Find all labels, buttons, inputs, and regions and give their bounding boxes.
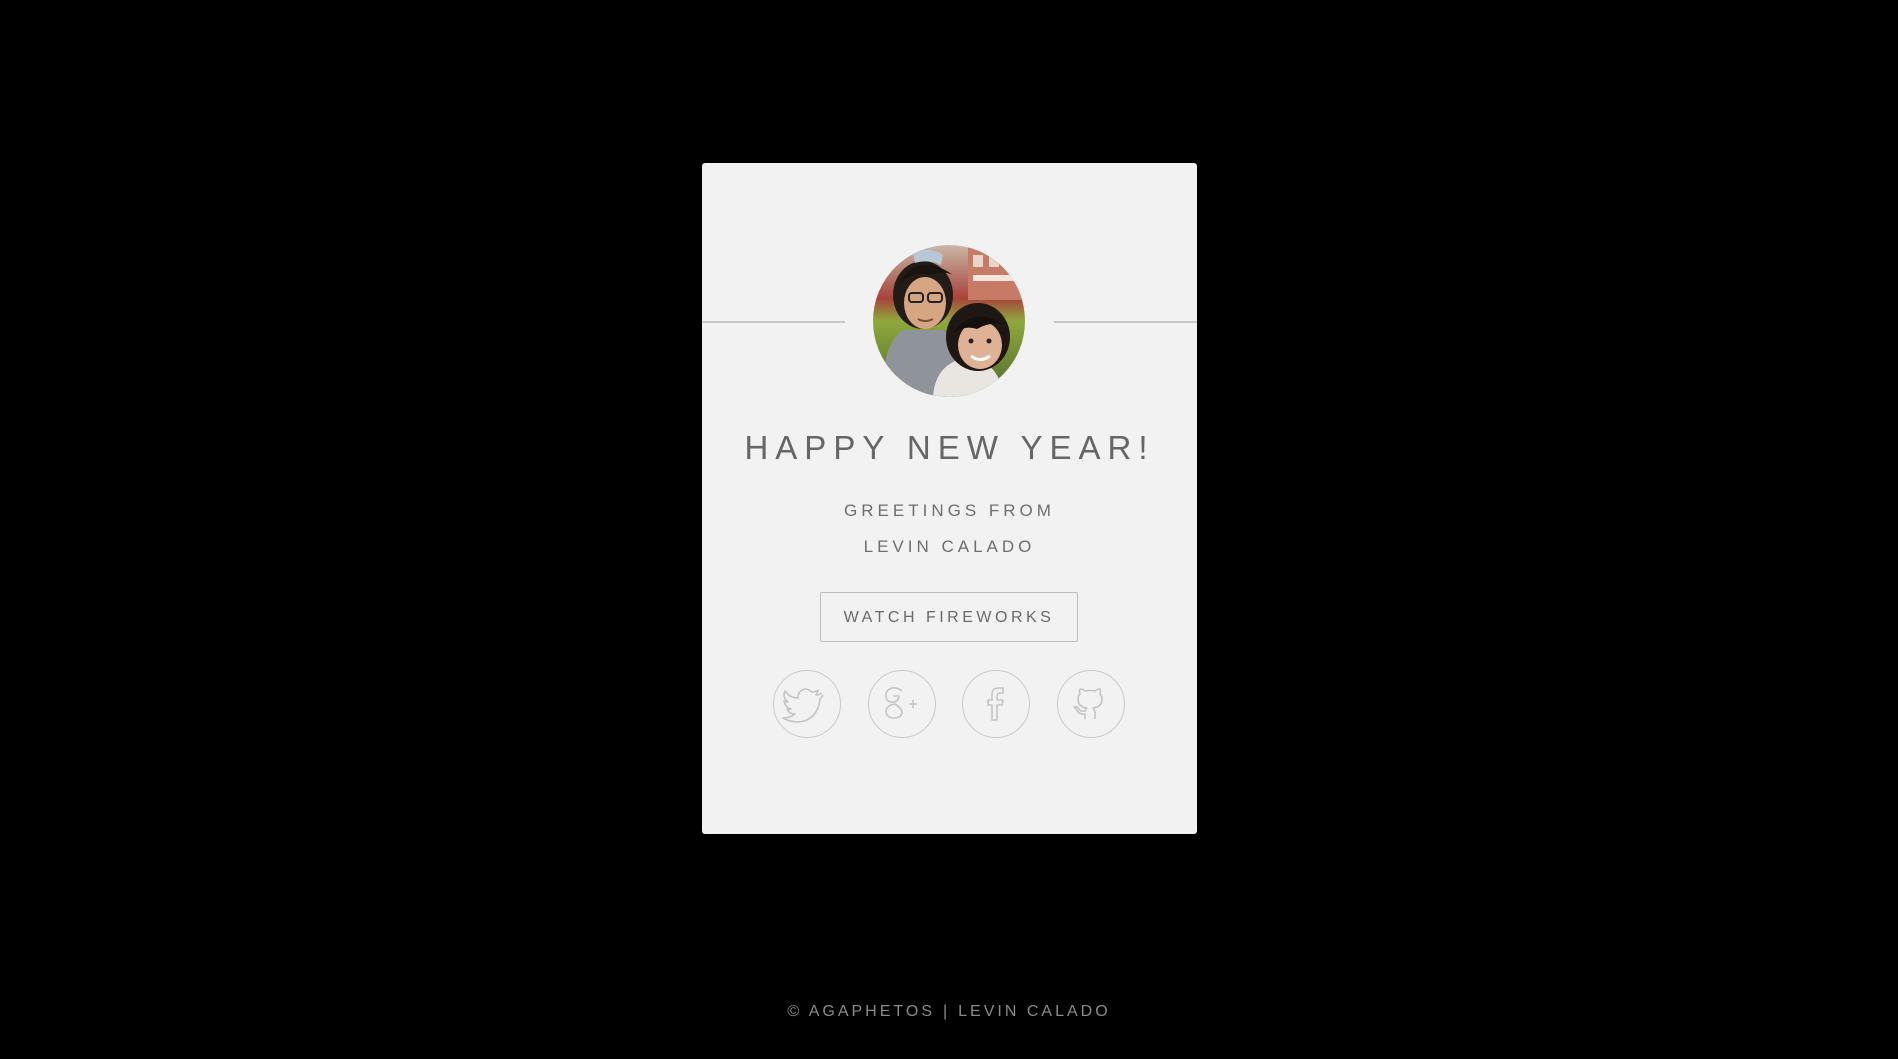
twitter-icon: [782, 688, 824, 723]
footer: © AGAPHETOS | LEVIN CALADO: [0, 1003, 1898, 1021]
facebook-icon: [987, 687, 1004, 721]
card-title: HAPPY NEW YEAR!: [744, 429, 1155, 466]
footer-separator: |: [943, 1003, 951, 1020]
greeting-line-2: LEVIN CALADO: [863, 537, 1036, 556]
google-plus-icon: [885, 687, 917, 719]
divider-left: [702, 321, 845, 323]
divider-right: [1054, 321, 1197, 323]
facebook-link[interactable]: [962, 670, 1030, 738]
greeting-line-1: GREETINGS FROM: [844, 501, 1055, 520]
page: HAPPY NEW YEAR! GREETINGS FROM LEVIN CAL…: [0, 0, 1898, 1059]
google-plus-link[interactable]: [868, 670, 936, 738]
github-icon: [1073, 688, 1103, 719]
greeting-card: HAPPY NEW YEAR! GREETINGS FROM LEVIN CAL…: [702, 163, 1197, 834]
avatar: [873, 245, 1025, 397]
watch-fireworks-button[interactable]: WATCH FIREWORKS: [820, 592, 1078, 642]
footer-author-link[interactable]: LEVIN CALADO: [958, 1003, 1110, 1020]
footer-copyright: © AGAPHETOS: [787, 1003, 935, 1020]
twitter-link[interactable]: [773, 670, 841, 738]
github-link[interactable]: [1057, 670, 1125, 738]
